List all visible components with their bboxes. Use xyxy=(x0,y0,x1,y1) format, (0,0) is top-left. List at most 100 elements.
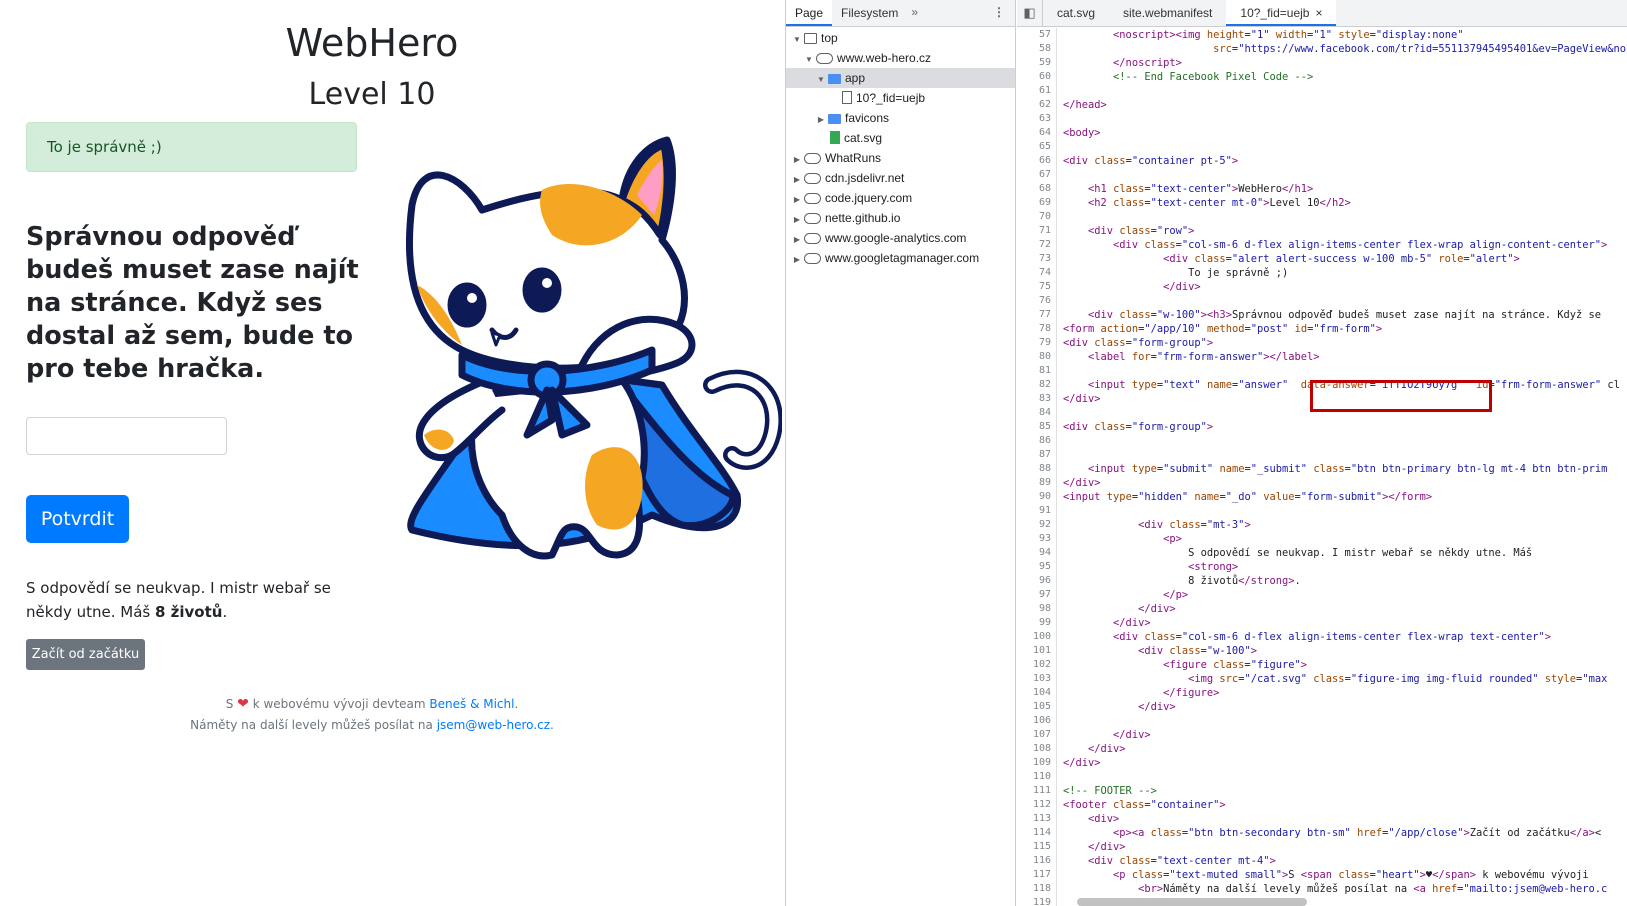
tree-item[interactable]: ▶ cdn.jsdelivr.net xyxy=(786,168,1015,188)
code-token: "https://www.facebook.com/tr?id=55113794… xyxy=(1238,43,1627,55)
tree-item[interactable]: ▼ www.web-hero.cz xyxy=(786,48,1015,68)
code-token: </div> xyxy=(1138,603,1176,615)
editor-tab-active[interactable]: 10?_fid=uejb × xyxy=(1226,0,1337,26)
line-number: 117 xyxy=(1032,869,1051,880)
authors-link[interactable]: Beneš & Michl xyxy=(429,697,514,711)
code-line: 8 životů</strong>. xyxy=(1063,574,1627,588)
code-line: <footer class="container"> xyxy=(1063,798,1627,812)
code-token: <!-- FOOTER --> xyxy=(1063,785,1157,797)
code-token: <img xyxy=(1175,29,1207,41)
code-line: <body> xyxy=(1063,126,1627,140)
code-line: <!-- End Facebook Pixel Code --> xyxy=(1063,70,1627,84)
tree-item[interactable]: ▶ www.google-analytics.com xyxy=(786,228,1015,248)
line-number: 93 xyxy=(1038,533,1051,544)
code-token: "/app/close" xyxy=(1388,827,1464,839)
code-line: S odpovědí se neukvap. I mistr webař se … xyxy=(1063,546,1627,560)
close-tab-icon[interactable]: × xyxy=(1315,6,1322,20)
cloud-icon xyxy=(804,153,821,164)
editor-tab-active-label: 10?_fid=uejb xyxy=(1240,6,1310,20)
tab-filesystem[interactable]: Filesystem xyxy=(832,0,907,26)
footer: S ❤ k webovému vývoji devteam Beneš & Mi… xyxy=(0,694,744,736)
code-token: "_submit" xyxy=(1250,463,1308,475)
code-token: "1" xyxy=(1313,29,1333,41)
kebab-menu-icon[interactable]: ⋮ xyxy=(993,0,1015,26)
code-token: "/app/10" xyxy=(1144,323,1201,335)
collapsed-triangle-icon[interactable]: ▶ xyxy=(792,250,802,270)
code-token: </h1> xyxy=(1282,183,1314,195)
submit-button[interactable]: Potvrdit xyxy=(26,495,129,543)
answer-input[interactable] xyxy=(26,417,227,455)
tree-item[interactable]: ▶ nette.github.io xyxy=(786,208,1015,228)
toggle-navigator-icon[interactable]: ◧ xyxy=(1017,0,1043,26)
tab-page[interactable]: Page xyxy=(786,0,833,26)
line-number: 109 xyxy=(1032,757,1051,768)
code-token: </p> xyxy=(1163,589,1189,601)
source-editor: ◧ cat.svg site.webmanifest 10?_fid=uejb ×… xyxy=(1017,0,1627,906)
line-number: 57 xyxy=(1038,29,1051,40)
code-token: <div xyxy=(1113,631,1145,643)
tree-item-label: 10?_fid=uejb xyxy=(856,91,926,105)
collapsed-triangle-icon[interactable]: ▶ xyxy=(792,150,802,170)
collapsed-triangle-icon[interactable]: ▶ xyxy=(792,170,802,190)
tree-item-label: app xyxy=(845,71,866,85)
code-token: name xyxy=(1194,491,1220,503)
code-line: </div> xyxy=(1063,602,1627,616)
code-view[interactable]: 57 58 59 60 61 62 63 64 65 66 67 68 69 70 71 72 73 74 75 76… xyxy=(1017,28,1627,906)
editor-tab-cat-svg[interactable]: cat.svg xyxy=(1043,0,1109,26)
tree-item[interactable]: cat.svg xyxy=(786,128,1015,148)
restart-button[interactable]: Začít od začátku xyxy=(26,639,145,670)
code-line: </div> xyxy=(1063,280,1627,294)
tree-item[interactable]: ▶ WhatRuns xyxy=(786,148,1015,168)
code-token: <figure xyxy=(1163,659,1214,671)
code-token: <div xyxy=(1163,253,1195,265)
code-token: "btn btn-primary btn-lg mt-4 btn btn-pri… xyxy=(1350,463,1608,475)
tree-item[interactable]: ▼ app xyxy=(786,68,1015,88)
code-token: </div> xyxy=(1163,281,1201,293)
tree-item-label: www.googletagmanager.com xyxy=(825,251,980,265)
tree-item-label: WhatRuns xyxy=(825,151,882,165)
code-token: > xyxy=(1206,421,1214,433)
tree-item[interactable]: ▼ top xyxy=(786,28,1015,48)
line-number: 71 xyxy=(1038,225,1051,236)
code-token: class xyxy=(1338,869,1370,881)
code-token: "w-100" xyxy=(1156,309,1201,321)
code-token: class xyxy=(1094,337,1126,349)
level-title: Level 10 xyxy=(308,77,436,112)
horizontal-scrollbar[interactable] xyxy=(1077,898,1307,906)
code-token: > xyxy=(1206,337,1214,349)
line-number: 101 xyxy=(1032,645,1051,656)
code-token: href xyxy=(1357,827,1383,839)
code-token: "_do" xyxy=(1225,491,1257,503)
collapsed-triangle-icon[interactable]: ▶ xyxy=(792,190,802,210)
tree-item[interactable]: ▶ code.jquery.com xyxy=(786,188,1015,208)
code-token: <strong> xyxy=(1188,561,1239,573)
code-token: type xyxy=(1131,463,1157,475)
expanded-triangle-icon[interactable]: ▼ xyxy=(792,30,802,50)
code-line: <input type="hidden" name="_do" value="f… xyxy=(1063,490,1627,504)
code-token: width xyxy=(1275,29,1308,41)
tree-item[interactable]: ▶ favicons xyxy=(786,108,1015,128)
email-link[interactable]: jsem@web-hero.cz xyxy=(437,718,550,732)
expanded-triangle-icon[interactable]: ▼ xyxy=(804,50,814,70)
collapsed-triangle-icon[interactable]: ▶ xyxy=(792,210,802,230)
code-line: </noscript> xyxy=(1063,56,1627,70)
editor-tab-webmanifest[interactable]: site.webmanifest xyxy=(1109,0,1226,26)
code-token: src xyxy=(1213,43,1232,55)
tree-item[interactable]: ▶ www.googletagmanager.com xyxy=(786,248,1015,268)
code-line: <div class="col-sm-6 d-flex align-items-… xyxy=(1063,630,1627,644)
more-tabs-icon[interactable]: » xyxy=(907,0,924,26)
tree-item[interactable]: 10?_fid=uejb xyxy=(786,88,1015,108)
line-number: 68 xyxy=(1038,183,1051,194)
expanded-triangle-icon[interactable]: ▼ xyxy=(816,70,826,90)
code-line: </div> xyxy=(1063,840,1627,854)
collapsed-triangle-icon[interactable]: ▶ xyxy=(816,110,826,130)
collapsed-triangle-icon[interactable]: ▶ xyxy=(792,230,802,250)
cloud-icon xyxy=(804,193,821,204)
navigator-tabs: Page Filesystem » ⋮ xyxy=(786,0,1015,27)
code-token: . xyxy=(1294,575,1301,587)
